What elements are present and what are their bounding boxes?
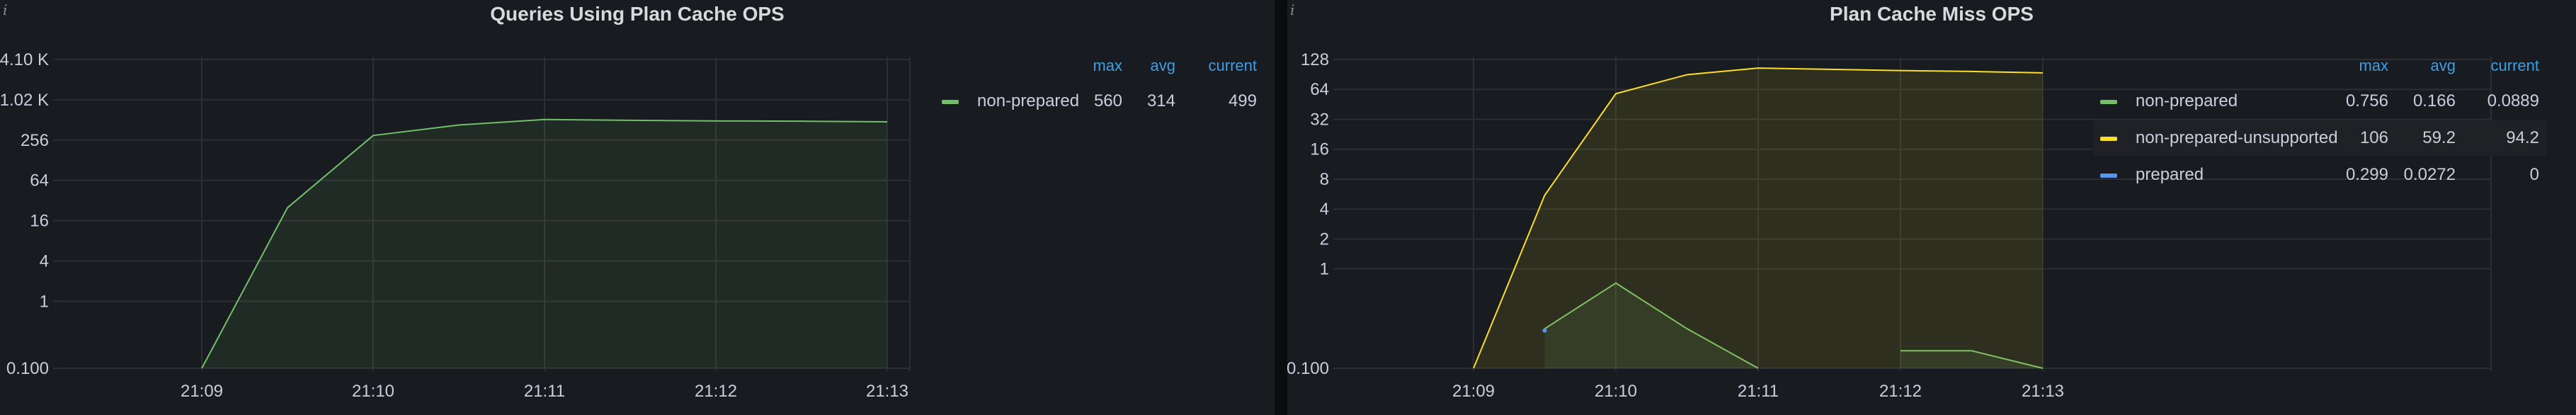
y-tick-label: 2: [1320, 229, 1329, 249]
legend-header-avg[interactable]: avg: [2371, 57, 2456, 75]
legend-swatch-icon: [2100, 174, 2117, 178]
x-tick-label: 21:11: [1738, 382, 1779, 401]
legend-value-avg: 59.2: [2422, 128, 2456, 147]
x-tick-label: 21:09: [181, 382, 223, 401]
y-tick-label: 4: [40, 252, 49, 271]
series-point: [1542, 328, 1547, 333]
series-area-non-prepared-unsupported: [1474, 68, 2043, 369]
legend-value-avg: 0.0272: [2403, 165, 2456, 184]
y-tick-label: 1: [1320, 260, 1329, 279]
y-tick-label: 0.100: [6, 359, 49, 378]
y-tick-label: 256: [21, 131, 49, 150]
y-tick-label: 4.10 K: [0, 50, 49, 69]
y-tick-label: 64: [1310, 80, 1329, 99]
legend-swatch-icon: [942, 100, 959, 104]
y-tick-label: 128: [1301, 50, 1329, 69]
x-tick-label: 21:10: [352, 382, 394, 401]
y-tick-label: 16: [1310, 140, 1329, 159]
y-tick-label: 0.100: [1287, 359, 1329, 378]
legend-value-current: 499: [1228, 91, 1257, 110]
x-tick-label: 21:10: [1595, 382, 1637, 401]
y-tick-label: 32: [1310, 110, 1329, 129]
y-tick-label: 4: [1320, 200, 1329, 219]
x-tick-label: 21:09: [1452, 382, 1495, 401]
panel-queries-using-plan-cache: i Queries Using Plan Cache OPS 4.10 K 1.0…: [0, 0, 1275, 415]
legend-swatch-icon: [2100, 100, 2117, 104]
legend-row-non-prepared-unsupported[interactable]: non-prepared-unsupported 106 59.2 94.2: [2093, 120, 2546, 156]
legend-header-current[interactable]: current: [2454, 57, 2539, 75]
series-area-non-prepared: [202, 119, 887, 368]
legend-value-current: 94.2: [2506, 128, 2539, 147]
legend-series-name: non-prepared: [2136, 91, 2238, 110]
y-tick-label: 8: [1320, 170, 1329, 189]
legend-value-current: 0: [2529, 165, 2539, 184]
y-tick-label: 16: [30, 212, 49, 231]
y-tick-label: 1.02 K: [0, 91, 49, 110]
legend-header-current[interactable]: current: [1172, 57, 1257, 75]
x-tick-label: 21:12: [695, 382, 737, 401]
y-tick-label: 64: [30, 171, 49, 191]
legend-series-name: prepared: [2136, 165, 2204, 184]
x-tick-label: 21:12: [1879, 382, 1922, 401]
y-tick-label: 1: [40, 292, 49, 311]
legend-header-avg[interactable]: avg: [1090, 57, 1175, 75]
x-tick-label: 21:13: [866, 382, 908, 401]
panel-plan-cache-miss: i Plan Cache Miss OPS 128 64 32 16 8 4 2 1 0.100…: [1287, 0, 2576, 415]
legend-value-current: 0.0889: [2487, 91, 2539, 110]
legend-swatch-icon: [2100, 137, 2117, 141]
legend-value-avg: 314: [1146, 91, 1175, 110]
legend-value-avg: 0.166: [2412, 91, 2456, 110]
x-tick-label: 21:11: [524, 382, 565, 401]
panel-divider: [1275, 0, 1287, 415]
x-tick-label: 21:13: [2022, 382, 2064, 401]
